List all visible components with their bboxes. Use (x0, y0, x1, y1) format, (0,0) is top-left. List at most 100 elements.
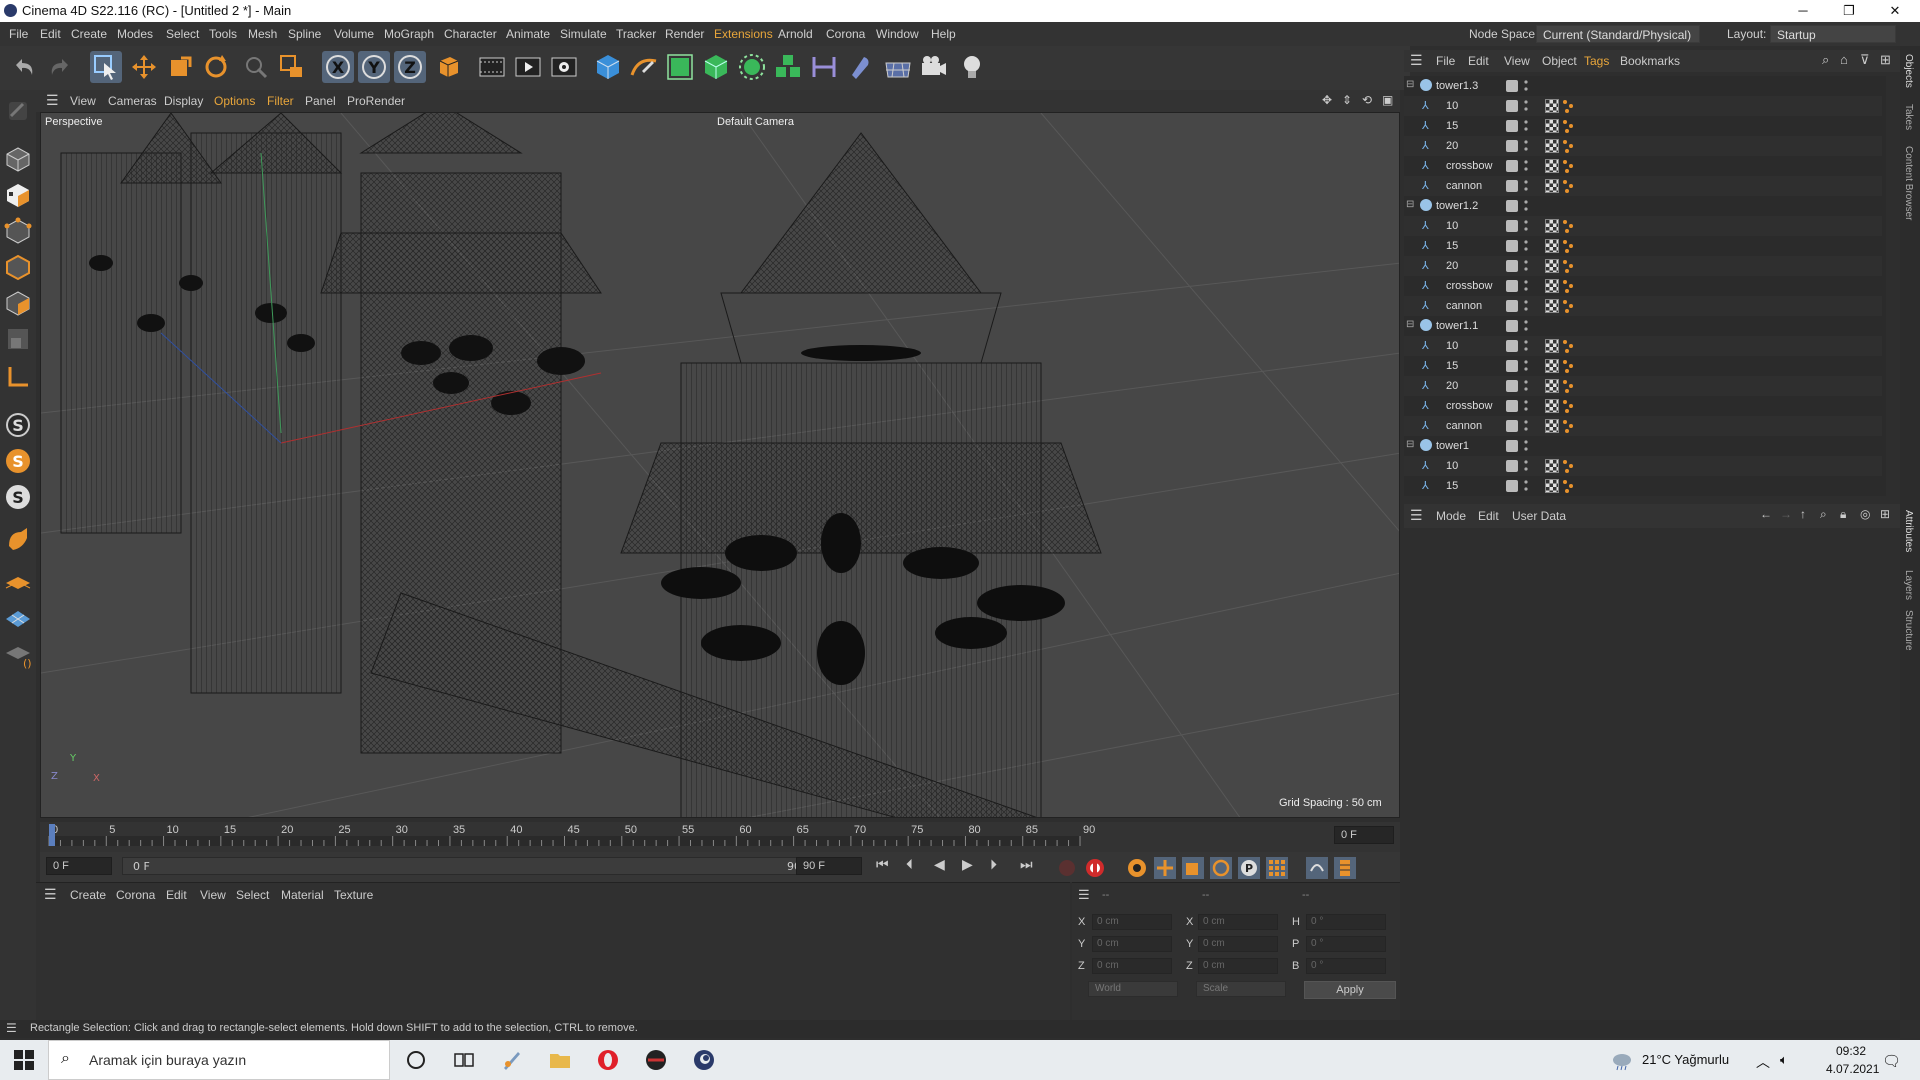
key-rotation-icon[interactable] (1210, 857, 1232, 879)
layer-toggle-icon[interactable] (1506, 420, 1518, 432)
viewport-menu-cameras[interactable]: Cameras (108, 94, 157, 108)
texture-tag-icon[interactable] (1545, 219, 1559, 233)
viewport-menu-display[interactable]: Display (164, 94, 203, 108)
visibility-dots-icon[interactable] (1524, 439, 1528, 453)
object-row[interactable]: ⅄ 10 (1404, 216, 1882, 236)
autokey-icon[interactable] (1126, 857, 1148, 879)
objects-menu-file[interactable]: File (1436, 54, 1455, 68)
viewport-hamburger-icon[interactable]: ☰ (46, 92, 59, 109)
side-tab-layers[interactable]: Layers (1903, 570, 1914, 600)
y-axis-lock-icon[interactable]: Y (358, 51, 390, 83)
timeline-scheme-icon[interactable] (1334, 857, 1356, 879)
menu-simulate[interactable]: Simulate (560, 27, 607, 41)
object-row[interactable]: ⅄ 15 (1404, 476, 1882, 496)
objects-menu-bookmarks[interactable]: Bookmarks (1620, 54, 1680, 68)
object-label[interactable]: 15 (1446, 480, 1458, 492)
viewport-menu-filter[interactable]: Filter (267, 94, 294, 108)
menu-render[interactable]: Render (665, 27, 704, 41)
ik-tag-icon[interactable] (1562, 119, 1574, 133)
objects-menu-view[interactable]: View (1504, 54, 1530, 68)
coordinate-mode-dropdown[interactable]: World (1088, 981, 1178, 997)
ik-tag-icon[interactable] (1562, 219, 1574, 233)
preview-range-slider[interactable]: 0 F 90 F (122, 857, 822, 875)
menu-corona[interactable]: Corona (826, 27, 865, 41)
maximize-button[interactable]: ❐ (1826, 0, 1872, 22)
status-hamburger-icon[interactable]: ☰ (6, 1021, 17, 1035)
paint-app-icon[interactable] (500, 1048, 524, 1072)
motion-record-icon[interactable] (1306, 857, 1328, 879)
layer-toggle-icon[interactable] (1506, 320, 1518, 332)
layer-toggle-icon[interactable] (1506, 400, 1518, 412)
object-group-row[interactable]: ⊟ tower1.2 (1404, 196, 1882, 216)
material-menu-select[interactable]: Select (236, 888, 269, 902)
layer-toggle-icon[interactable] (1506, 260, 1518, 272)
side-tab-objects[interactable]: Objects (1903, 54, 1914, 88)
visibility-dots-icon[interactable] (1524, 319, 1528, 333)
make-editable-icon[interactable] (3, 96, 33, 126)
visibility-dots-icon[interactable] (1524, 159, 1528, 173)
render-settings-icon[interactable] (548, 51, 580, 83)
visibility-dots-icon[interactable] (1524, 99, 1528, 113)
record-active-icon[interactable] (1084, 857, 1106, 879)
layer-toggle-icon[interactable] (1506, 120, 1518, 132)
side-tab-attributes[interactable]: Attributes (1903, 510, 1914, 552)
object-row[interactable]: ⅄ cannon (1404, 416, 1882, 436)
menu-spline[interactable]: Spline (288, 27, 321, 41)
viewport-zoom-icon[interactable]: ⇕ (1342, 93, 1352, 107)
select-arrow-icon[interactable] (90, 51, 122, 83)
rotate-tool-icon[interactable] (200, 51, 232, 83)
object-label[interactable]: 10 (1446, 460, 1458, 472)
visibility-dots-icon[interactable] (1524, 79, 1528, 93)
record-disabled-icon[interactable] (1056, 857, 1078, 879)
texture-tag-icon[interactable] (1545, 239, 1559, 253)
texture-tag-icon[interactable] (1545, 99, 1559, 113)
object-row[interactable]: ⅄ crossbow (1404, 396, 1882, 416)
play-icon[interactable]: ▶ (962, 857, 984, 879)
visibility-dots-icon[interactable] (1524, 299, 1528, 313)
render-to-picture-viewer-icon[interactable] (512, 51, 544, 83)
extrude-generator-icon[interactable] (700, 51, 732, 83)
texture-tag-icon[interactable] (1545, 179, 1559, 193)
side-tab-structure[interactable]: Structure (1903, 610, 1914, 651)
undo-icon[interactable] (8, 51, 40, 83)
axis-mode-icon[interactable] (3, 362, 33, 392)
texture-tag-icon[interactable] (1545, 339, 1559, 353)
close-button[interactable]: ✕ (1872, 0, 1918, 22)
viewport-camera-name[interactable]: Default Camera (717, 116, 794, 128)
visibility-dots-icon[interactable] (1524, 139, 1528, 153)
viewport-move-icon[interactable]: ✥ (1322, 93, 1332, 107)
viewport-menu-view[interactable]: View (70, 94, 96, 108)
menu-volume[interactable]: Volume (334, 27, 374, 41)
object-label[interactable]: tower1.2 (1436, 200, 1478, 212)
layer-toggle-icon[interactable] (1506, 100, 1518, 112)
objects-menu-edit[interactable]: Edit (1468, 54, 1489, 68)
3d-viewport[interactable]: Perspective Default Camera Grid Spacing … (40, 112, 1400, 818)
object-label[interactable]: tower1.1 (1436, 320, 1478, 332)
previous-key-icon[interactable]: ⏴ (906, 857, 928, 879)
task-view-icon[interactable] (452, 1048, 476, 1072)
ik-tag-icon[interactable] (1562, 159, 1574, 173)
visibility-dots-icon[interactable] (1524, 259, 1528, 273)
viewport-menu-panel[interactable]: Panel (305, 94, 336, 108)
attributes-up-icon[interactable]: ↑ (1800, 507, 1806, 521)
attributes-hamburger-icon[interactable]: ☰ (1410, 507, 1423, 524)
ik-tag-icon[interactable] (1562, 139, 1574, 153)
z-axis-lock-icon[interactable]: Z (394, 51, 426, 83)
texture-tag-icon[interactable] (1545, 479, 1559, 493)
object-label[interactable]: crossbow (1446, 280, 1492, 292)
object-group-row[interactable]: ⊟ tower1.3 (1404, 76, 1882, 96)
object-row[interactable]: ⅄ cannon (1404, 176, 1882, 196)
snap-icon[interactable]: S (3, 410, 33, 440)
menu-arnold[interactable]: Arnold (778, 27, 813, 41)
viewport-menu-options[interactable]: Options (214, 94, 255, 108)
ik-tag-icon[interactable] (1562, 259, 1574, 273)
texture-tag-icon[interactable] (1545, 259, 1559, 273)
material-menu-view[interactable]: View (200, 888, 226, 902)
layer-toggle-icon[interactable] (1506, 300, 1518, 312)
visibility-dots-icon[interactable] (1524, 279, 1528, 293)
layer-toggle-icon[interactable] (1506, 220, 1518, 232)
polygons-mode-icon[interactable] (3, 288, 33, 318)
visibility-dots-icon[interactable] (1524, 199, 1528, 213)
layer-toggle-icon[interactable] (1506, 140, 1518, 152)
ik-tag-icon[interactable] (1562, 99, 1574, 113)
